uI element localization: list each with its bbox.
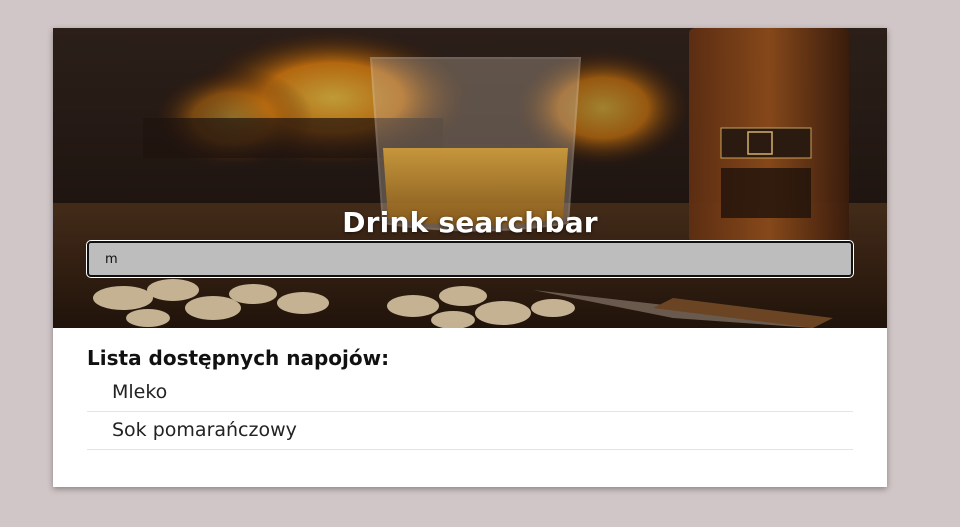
page-title: Drink searchbar [342, 206, 598, 239]
drinks-list-heading: Lista dostępnych napojów: [87, 346, 390, 370]
drink-search-input[interactable] [86, 240, 854, 278]
list-item[interactable]: Mleko [87, 374, 853, 412]
app-card: Drink searchbar Lista dostępnych napojów… [53, 28, 887, 487]
list-item[interactable]: Sok pomarańczowy [87, 412, 853, 450]
drinks-list: Mleko Sok pomarańczowy [87, 374, 853, 450]
drinks-list-section: Lista dostępnych napojów: Mleko Sok poma… [87, 344, 853, 450]
hero-background-image [53, 28, 887, 328]
hero-banner: Drink searchbar [53, 28, 887, 328]
